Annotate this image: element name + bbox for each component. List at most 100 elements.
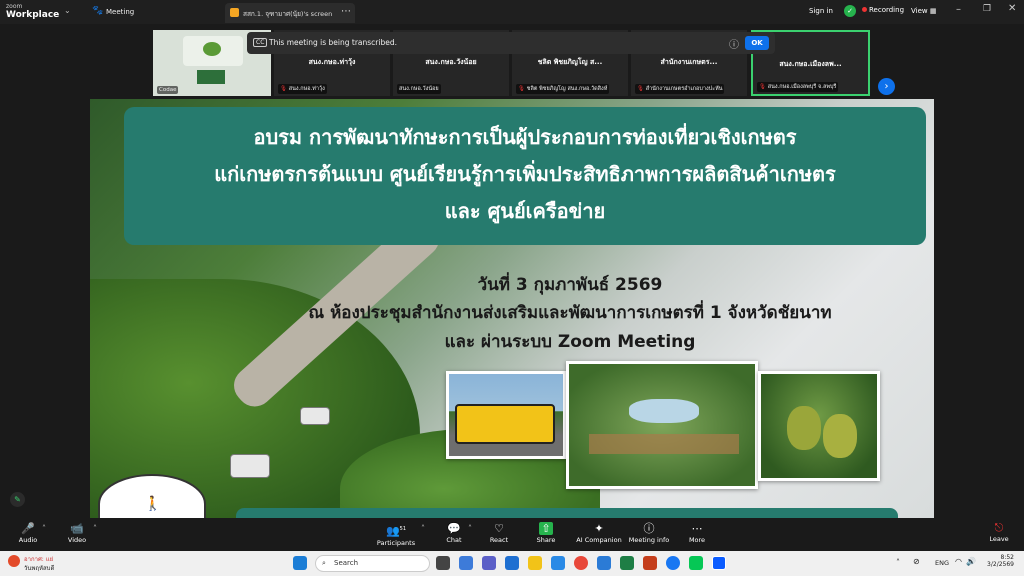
meeting-info-button[interactable]: ⓘ Meeting info: [626, 522, 672, 544]
more-label: More: [688, 536, 706, 544]
clock[interactable]: 8:52 3/2/2569: [984, 554, 1014, 568]
start-icon[interactable]: [293, 556, 307, 570]
ok-button[interactable]: OK: [745, 36, 769, 50]
widgets-icon[interactable]: [459, 556, 473, 570]
more-options-icon[interactable]: ⋯: [341, 6, 351, 17]
taskbar-search[interactable]: ⌕ Search: [315, 555, 430, 572]
signin-button[interactable]: Sign in: [809, 7, 839, 20]
mic-muted-icon: 🎙: [518, 86, 525, 92]
chevron-up-icon[interactable]: ˄: [42, 524, 46, 533]
participant-name: สำนักงานเกษตร...: [660, 58, 718, 66]
participant-footer: สนง.กษอ.วังน้อย: [397, 84, 441, 94]
van-image: [230, 454, 270, 478]
tram-image: [455, 404, 555, 444]
audio-label: Audio: [18, 536, 38, 544]
participants-label: Participants: [376, 538, 416, 547]
chevron-right-icon: ›: [884, 81, 889, 92]
annotate-icon[interactable]: ✎: [10, 492, 25, 507]
footer-text: สำนักงานเกษตรอำเภอบางปะหัน: [645, 86, 723, 92]
recording-label: Recording: [869, 6, 905, 14]
footer-text: สนง.กษอ.เมืองลพบุรี จ.ลพบุรี: [767, 84, 837, 90]
share-badge-icon: [230, 8, 239, 17]
wifi-icon[interactable]: ◠: [955, 557, 962, 566]
minimize-icon[interactable]: –: [956, 4, 961, 15]
facebook-icon[interactable]: [666, 556, 680, 570]
chevron-up-icon[interactable]: ˄: [468, 524, 472, 533]
slide-venue: ณ ห้องประชุมสำนักงานส่งเสริมและพัฒนาการเ…: [308, 303, 832, 323]
info-icon[interactable]: ⓘ: [729, 36, 739, 51]
mic-muted-icon: 🎙: [759, 84, 766, 90]
tray-chevron-icon[interactable]: ˄: [896, 558, 900, 567]
podium: [197, 70, 225, 84]
clock-date: 3/2/2569: [987, 561, 1014, 568]
store-icon[interactable]: [551, 556, 565, 570]
powerpoint-icon[interactable]: [643, 556, 657, 570]
task-view-icon[interactable]: [436, 556, 450, 570]
volume-icon[interactable]: 🔊: [966, 557, 976, 566]
close-icon[interactable]: ✕: [1008, 3, 1016, 14]
shared-screen: อบรม การพัฒนาทักษะการเป็นผู้ประกอบการท่อ…: [90, 99, 934, 519]
paw-icon: 🐾: [92, 6, 104, 16]
folder-icon[interactable]: [528, 556, 542, 570]
react-label: React: [489, 536, 509, 544]
tram-photo: [446, 371, 566, 459]
weather-line2: วันพฤหัสบดี: [24, 565, 55, 572]
view-label: View: [911, 7, 928, 15]
zoom-logo: zoom Workplace: [6, 3, 59, 20]
chevron-up-icon[interactable]: ˄: [93, 524, 97, 533]
chrome-icon[interactable]: [574, 556, 588, 570]
heart-icon: ♡: [494, 522, 504, 535]
next-page-button[interactable]: ›: [878, 78, 895, 95]
share-tab[interactable]: สสก.1. จุฑามาศ(นุ้ย)'s screen ⋯: [225, 3, 355, 23]
farm-photo: [566, 361, 758, 489]
participants-button[interactable]: 👥51 Participants: [373, 522, 419, 547]
sparkle-icon: ✦: [594, 522, 604, 535]
clock-time: 8:52: [1000, 554, 1014, 561]
participant-name: สนง.กษอ.วังน้อย: [425, 58, 477, 66]
ai-companion-button[interactable]: ✦ AI Companion: [574, 522, 624, 544]
line-icon[interactable]: [689, 556, 703, 570]
excel-icon[interactable]: [620, 556, 634, 570]
pond-image: [629, 399, 699, 423]
footer-text: สนง.กษอ.ท่าวุ้ง: [288, 86, 325, 92]
shield-check-icon[interactable]: ✓: [844, 5, 856, 17]
title-line: อบรม การพัฒนาทักษะการเป็นผู้ประกอบการท่อ…: [253, 125, 797, 149]
logo-emblem: [203, 42, 221, 56]
participant-footer: 🎙 สนง.กษอ.ท่าวุ้ง: [278, 84, 327, 94]
word-icon[interactable]: [597, 556, 611, 570]
ai-companion-label: AI Companion: [576, 536, 622, 544]
meeting-label: Meeting: [106, 8, 135, 16]
participant-name: ชลิต พิชยภิญโญ ส...: [537, 58, 603, 66]
participant-footer: Codae: [157, 86, 179, 94]
camera-off-icon[interactable]: ⊘: [913, 557, 920, 566]
mic-muted-icon: 🎙: [280, 86, 287, 92]
van-image: [300, 407, 330, 425]
title-line: และ ศูนย์เครือข่าย: [444, 199, 606, 223]
react-button[interactable]: ♡ React: [477, 522, 521, 544]
participant-footer: 🎙 ชลิต พิชยภิญโญ สนง.กษอ.วัดสิงห์: [516, 84, 610, 94]
participants-icon: 👥51: [385, 524, 407, 538]
chevron-up-icon[interactable]: ˄: [421, 524, 425, 533]
recording-indicator[interactable]: Recording: [862, 6, 904, 14]
more-button[interactable]: ⋯ More: [675, 522, 719, 544]
teams-icon[interactable]: [482, 556, 496, 570]
share-button[interactable]: ⇧ Share: [524, 522, 568, 544]
mail-icon[interactable]: [505, 556, 519, 570]
more-icon: ⋯: [691, 522, 703, 535]
share-label: Share: [536, 536, 556, 544]
restore-icon[interactable]: ❐: [983, 4, 991, 14]
video-label: Video: [67, 536, 87, 544]
plot-image: [589, 434, 739, 454]
leave-button[interactable]: ⎋ Leave: [982, 521, 1016, 543]
language-indicator[interactable]: ENG: [935, 559, 949, 567]
mic-muted-icon: 🎙: [637, 86, 644, 92]
share-screen-icon: ⇧: [539, 522, 553, 535]
durian-image: [823, 414, 857, 458]
record-dot-icon: [862, 7, 867, 12]
view-button[interactable]: View ▦: [911, 7, 936, 15]
participant-footer: 🎙 สำนักงานเกษตรอำเภอบางปะหัน: [635, 84, 725, 94]
participant-name: สนง.กษอ.ท่าวุ้ง: [308, 58, 356, 66]
zoom-taskbar-icon[interactable]: [712, 556, 726, 570]
slide-date: วันที่ 3 กุมภาพันธ์ 2569: [477, 275, 663, 295]
chevron-down-icon[interactable]: ⌄: [64, 6, 71, 15]
